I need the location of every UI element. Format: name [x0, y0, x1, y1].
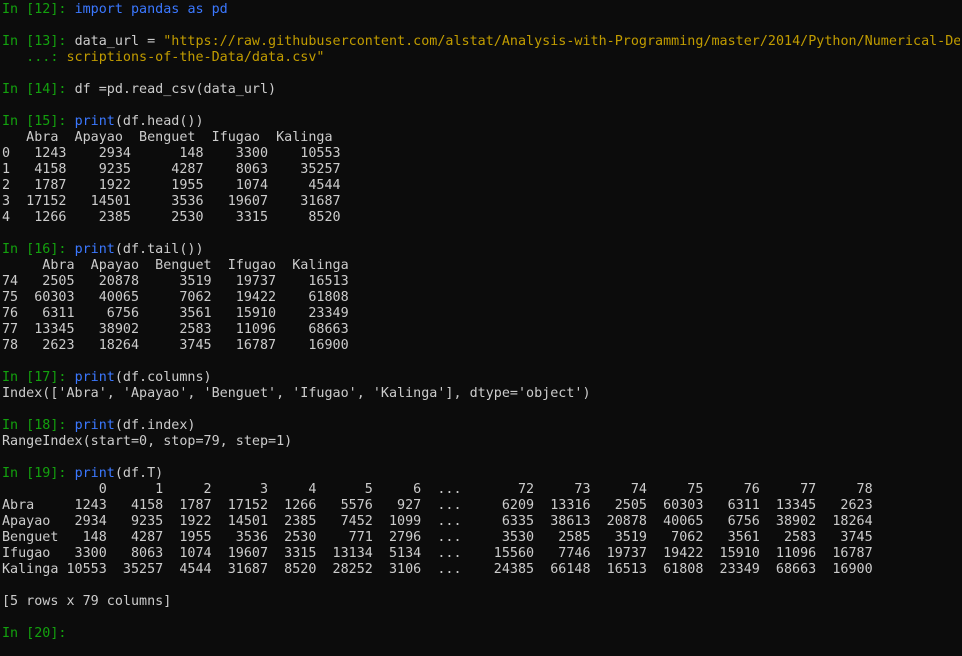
builtin-print: print [74, 370, 115, 385]
code-head: (df.head()) [114, 114, 204, 129]
output-line: Apayao 2934 9235 1922 14501 2385 7452 10… [2, 514, 873, 529]
code-index: (df.index) [114, 418, 196, 433]
prompt-12: In [12]: [2, 2, 75, 17]
code-tail: (df.tail()) [114, 242, 204, 257]
input-line-16: In [16]: print(df.tail()) [2, 242, 962, 258]
builtin-print: print [74, 418, 115, 433]
output-line: 78 2623 18264 3745 16787 16900 [2, 338, 349, 353]
output-line: 1 4158 9235 4287 8063 35257 [2, 162, 341, 177]
code-transpose: (df.T) [114, 466, 164, 481]
code-read-csv: df =pd.read_csv(data_url) [74, 82, 277, 97]
prompt-13: In [13]: [2, 34, 75, 49]
keyword-as: as [187, 2, 204, 17]
code-string: "https://raw.githubusercontent.com/alsta… [163, 34, 962, 49]
builtin-print: print [74, 466, 115, 481]
prompt-14: In [14]: [2, 82, 75, 97]
input-line-17: In [17]: print(df.columns) [2, 370, 962, 386]
output-line: Index(['Abra', 'Apayao', 'Benguet', 'Ifu… [2, 386, 591, 401]
continuation-prompt: ...: [2, 50, 67, 65]
output-line: Benguet 148 4287 1955 3536 2530 771 2796… [2, 530, 873, 545]
input-line-13-continued: ...: scriptions-of-the-Data/data.csv" [2, 50, 962, 66]
output-line: 77 13345 38902 2583 11096 68663 [2, 322, 349, 337]
output-line: 74 2505 20878 3519 19737 16513 [2, 274, 349, 289]
builtin-print: print [74, 242, 115, 257]
prompt-17: In [17]: [2, 370, 75, 385]
prompt-20: In [20]: [2, 626, 75, 641]
input-line-19: In [19]: print(df.T) [2, 466, 962, 482]
terminal-window[interactable]: In [12]: import pandas as pd In [13]: da… [0, 0, 962, 656]
output-line: Abra Apayao Benguet Ifugao Kalinga [2, 258, 349, 273]
input-line-20[interactable]: In [20]: [2, 626, 962, 642]
prompt-18: In [18]: [2, 418, 75, 433]
input-line-14: In [14]: df =pd.read_csv(data_url) [2, 82, 962, 98]
keyword-import: import [74, 2, 123, 17]
output-line: 0 1243 2934 148 3300 10553 [2, 146, 341, 161]
input-line-13: In [13]: data_url = "https://raw.githubu… [2, 34, 962, 50]
input-line-12: In [12]: import pandas as pd [2, 2, 962, 18]
prompt-15: In [15]: [2, 114, 75, 129]
output-line: 2 1787 1922 1955 1074 4544 [2, 178, 341, 193]
output-line: Kalinga 10553 35257 4544 31687 8520 2825… [2, 562, 873, 577]
output-line: Abra Apayao Benguet Ifugao Kalinga [2, 130, 333, 145]
text-cursor[interactable] [75, 627, 83, 641]
input-line-18: In [18]: print(df.index) [2, 418, 962, 434]
prompt-16: In [16]: [2, 242, 75, 257]
prompt-19: In [19]: [2, 466, 75, 481]
output-line: Abra 1243 4158 1787 17152 1266 5576 927 … [2, 498, 873, 513]
output-line: 76 6311 6756 3561 15910 23349 [2, 306, 349, 321]
alias-name: pd [203, 2, 228, 17]
code-assign: data_url = [74, 34, 164, 49]
output-line: 75 60303 40065 7062 19422 61808 [2, 290, 349, 305]
module-name: pandas [122, 2, 188, 17]
output-line: Ifugao 3300 8063 1074 19607 3315 13134 5… [2, 546, 873, 561]
output-line: 3 17152 14501 3536 19607 31687 [2, 194, 341, 209]
builtin-print: print [74, 114, 115, 129]
code-string-continued: scriptions-of-the-Data/data.csv" [66, 50, 325, 65]
input-line-15: In [15]: print(df.head()) [2, 114, 962, 130]
code-columns: (df.columns) [114, 370, 212, 385]
output-line: RangeIndex(start=0, stop=79, step=1) [2, 434, 293, 449]
output-line: 4 1266 2385 2530 3315 8520 [2, 210, 341, 225]
output-line: 0 1 2 3 4 5 6 ... 72 73 74 75 76 77 78 [2, 482, 873, 497]
output-line: [5 rows x 79 columns] [2, 594, 172, 609]
